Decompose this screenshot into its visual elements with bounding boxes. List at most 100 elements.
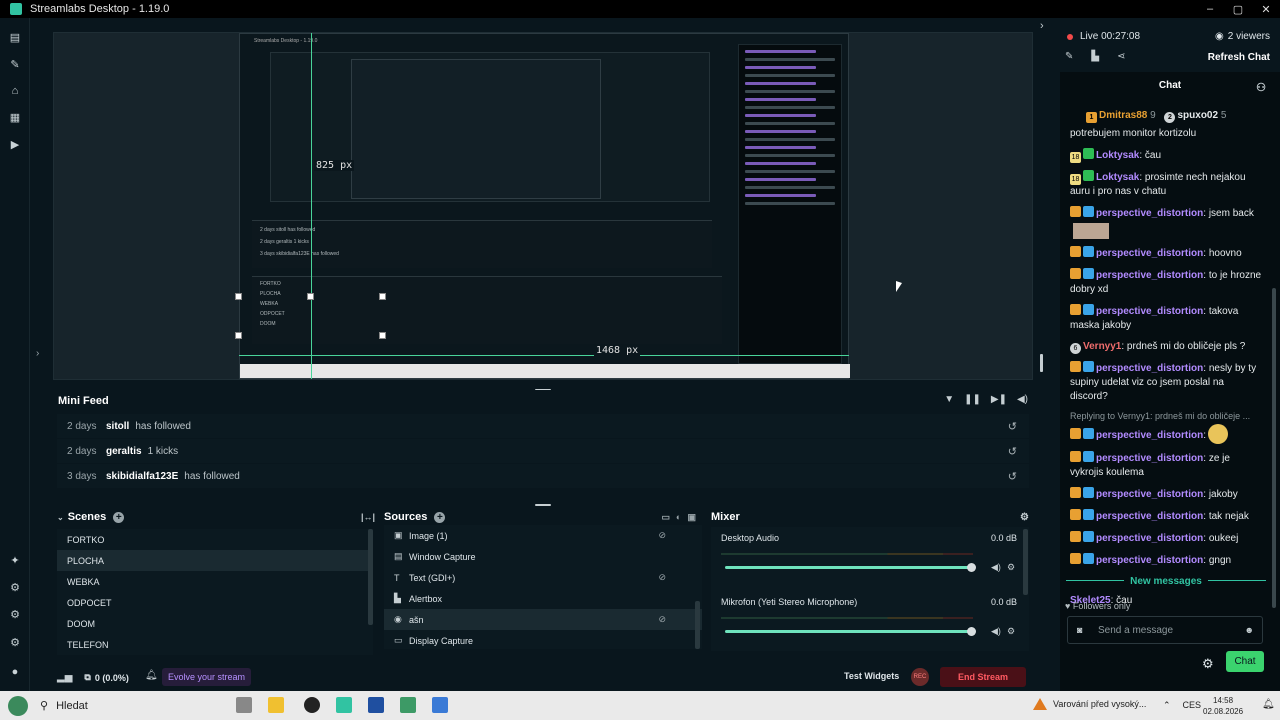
resize-handle[interactable] <box>379 332 386 339</box>
performance-stats[interactable]: ⧉ 0 (0.0%) <box>84 672 128 683</box>
play-icon[interactable]: ▶ <box>8 137 22 151</box>
scene-item[interactable]: TELEFON <box>57 634 373 655</box>
scene-item[interactable]: WEBKA <box>57 571 373 592</box>
close-button[interactable]: ✕ <box>1252 0 1280 18</box>
chat-username[interactable]: perspective_distortion <box>1096 306 1203 317</box>
task-view-icon[interactable] <box>236 697 252 713</box>
chat-username[interactable]: perspective_distortion <box>1096 533 1203 544</box>
sources-scrollbar[interactable] <box>695 601 700 649</box>
resize-handle[interactable] <box>379 293 386 300</box>
scene-item[interactable]: ODPOCET <box>57 592 373 613</box>
source-item[interactable]: ▭ Display Capture <box>384 630 702 649</box>
profile-icon[interactable]: ● <box>8 665 22 679</box>
settings-icon[interactable]: ⚙ <box>8 635 22 649</box>
chat-username[interactable]: perspective_distortion <box>1096 453 1203 464</box>
file-explorer-icon[interactable] <box>268 697 284 713</box>
source-item[interactable]: ▙ Alertbox <box>384 588 702 609</box>
store-icon[interactable]: ⌂ <box>8 84 22 98</box>
maximize-button[interactable]: ▢ <box>1224 0 1252 18</box>
volume-slider-knob[interactable] <box>967 563 976 572</box>
notification-center-icon[interactable]: 🔔︎ <box>1262 699 1275 710</box>
stream-preview[interactable]: Streamlabs Desktop - 1.19.0 2 days sitol… <box>53 32 1033 380</box>
language-indicator[interactable]: CES <box>1183 700 1202 711</box>
multistream-icon[interactable]: ⚙ <box>8 580 22 594</box>
hidden-eye-icon[interactable]: ⊘ <box>658 572 666 583</box>
resize-handle[interactable] <box>235 332 242 339</box>
start-button-icon[interactable] <box>8 696 28 716</box>
mixer-settings-icon[interactable]: ⚙ <box>1020 512 1029 523</box>
add-scene-button[interactable]: + <box>113 511 125 523</box>
chat-username[interactable]: perspective_distortion <box>1096 489 1203 500</box>
editor-icon[interactable]: ▤ <box>8 30 22 44</box>
scene-item[interactable]: FORTKO <box>57 529 373 550</box>
refresh-chat-button[interactable]: Refresh Chat <box>1208 52 1270 63</box>
chat-username[interactable]: Loktysak <box>1096 150 1139 161</box>
end-stream-button[interactable]: End Stream <box>940 667 1026 687</box>
chat-username[interactable]: Loktysak <box>1096 172 1139 183</box>
channel-settings-icon[interactable]: ⚙ <box>1007 562 1015 573</box>
collapse-chat-icon[interactable]: › <box>1040 20 1044 32</box>
repeat-alert-icon[interactable]: ↺ <box>1008 445 1017 458</box>
emote-picker-icon[interactable]: ☻ <box>1245 625 1254 635</box>
share-icon[interactable]: ⋖ <box>1117 51 1125 62</box>
obs-icon[interactable] <box>304 697 320 713</box>
repeat-alert-icon[interactable]: ↺ <box>1008 420 1017 433</box>
channel-settings-icon[interactable]: ⚙ <box>1007 626 1015 637</box>
chat-username[interactable]: perspective_distortion <box>1096 555 1203 566</box>
test-widgets-button[interactable]: Test Widgets <box>844 671 899 681</box>
taskbar-clock[interactable]: 14:58 02.08.2026 <box>1203 695 1243 717</box>
taskbar-warning[interactable]: Varování před vysoký... <box>1033 698 1146 710</box>
chat-scrollbar[interactable] <box>1272 288 1276 608</box>
volume-slider[interactable] <box>725 566 971 569</box>
source-item[interactable]: ▤ Window Capture <box>384 546 702 567</box>
taskbar-search[interactable]: ⚲ Hledat <box>36 695 220 716</box>
collapse-icon[interactable]: ⌄ <box>57 513 64 522</box>
source-item[interactable]: T Text (GDI+) ⊘ <box>384 567 702 588</box>
collapse-panel-icon[interactable]: |↔| <box>361 512 375 522</box>
layout-icon[interactable]: ⚙ <box>8 607 22 621</box>
add-source-button[interactable]: + <box>434 511 446 523</box>
volume-icon[interactable]: ◀) <box>1017 394 1028 405</box>
pause-icon[interactable]: ❚❚ <box>964 394 981 405</box>
hidden-eye-icon[interactable]: ⊘ <box>658 614 666 625</box>
edit-stream-icon[interactable]: ✎ <box>1065 51 1073 62</box>
tray-chevron-icon[interactable]: ⌃ <box>1163 700 1171 711</box>
app-taskbar-icon[interactable] <box>432 697 448 713</box>
skip-icon[interactable]: ▶❚ <box>991 394 1007 405</box>
volume-slider[interactable] <box>725 630 971 633</box>
chat-username[interactable]: Vernyy1 <box>1083 341 1121 352</box>
minimize-button[interactable]: – <box>1196 0 1224 18</box>
mute-icon[interactable]: ◀) <box>991 562 1001 573</box>
streamlabs-taskbar-icon[interactable] <box>336 697 352 713</box>
apps-icon[interactable]: ▦ <box>8 110 22 124</box>
chat-username[interactable]: perspective_distortion <box>1096 511 1203 522</box>
chat-splitter[interactable] <box>1040 354 1043 372</box>
notification-bell-icon[interactable]: 🔔︎ <box>145 670 158 681</box>
themes-icon[interactable]: ✎ <box>8 57 22 71</box>
stats-icon[interactable]: ▂▅ <box>57 672 72 683</box>
chat-username[interactable]: perspective_distortion <box>1096 248 1203 259</box>
mixer-scrollbar[interactable] <box>1023 529 1028 595</box>
evolve-stream-button[interactable]: Evolve your stream <box>162 668 252 686</box>
hidden-eye-icon[interactable]: ⊘ <box>658 530 666 541</box>
mute-icon[interactable]: ◀) <box>991 626 1001 637</box>
chat-username[interactable]: perspective_distortion <box>1096 430 1203 441</box>
resize-handle[interactable] <box>235 293 242 300</box>
chat-settings-icon[interactable]: ⚙ <box>1202 656 1214 672</box>
scene-item-selected[interactable]: PLOCHA <box>57 550 373 571</box>
volume-slider-knob[interactable] <box>967 627 976 636</box>
filter-icon[interactable]: ▼ <box>944 394 954 405</box>
send-chat-button[interactable]: Chat <box>1226 651 1264 672</box>
chat-username[interactable]: perspective_distortion <box>1096 208 1203 219</box>
scene-item[interactable]: DOOM <box>57 613 373 634</box>
chat-username[interactable]: perspective_distortion <box>1096 363 1203 374</box>
chat-users-icon[interactable]: ⚇ <box>1256 81 1266 94</box>
chat-username[interactable]: perspective_distortion <box>1096 270 1203 281</box>
chat-settings-small-icon[interactable]: ◙ <box>1077 625 1082 635</box>
scenes-scrollbar[interactable] <box>368 529 373 625</box>
app-taskbar-icon[interactable] <box>368 697 384 713</box>
dock-icon[interactable]: ▙ <box>1091 51 1099 62</box>
repeat-alert-icon[interactable]: ↺ <box>1008 470 1017 483</box>
highlighter-icon[interactable]: ✦ <box>8 553 22 567</box>
expand-sidebar-icon[interactable]: › <box>36 348 39 359</box>
